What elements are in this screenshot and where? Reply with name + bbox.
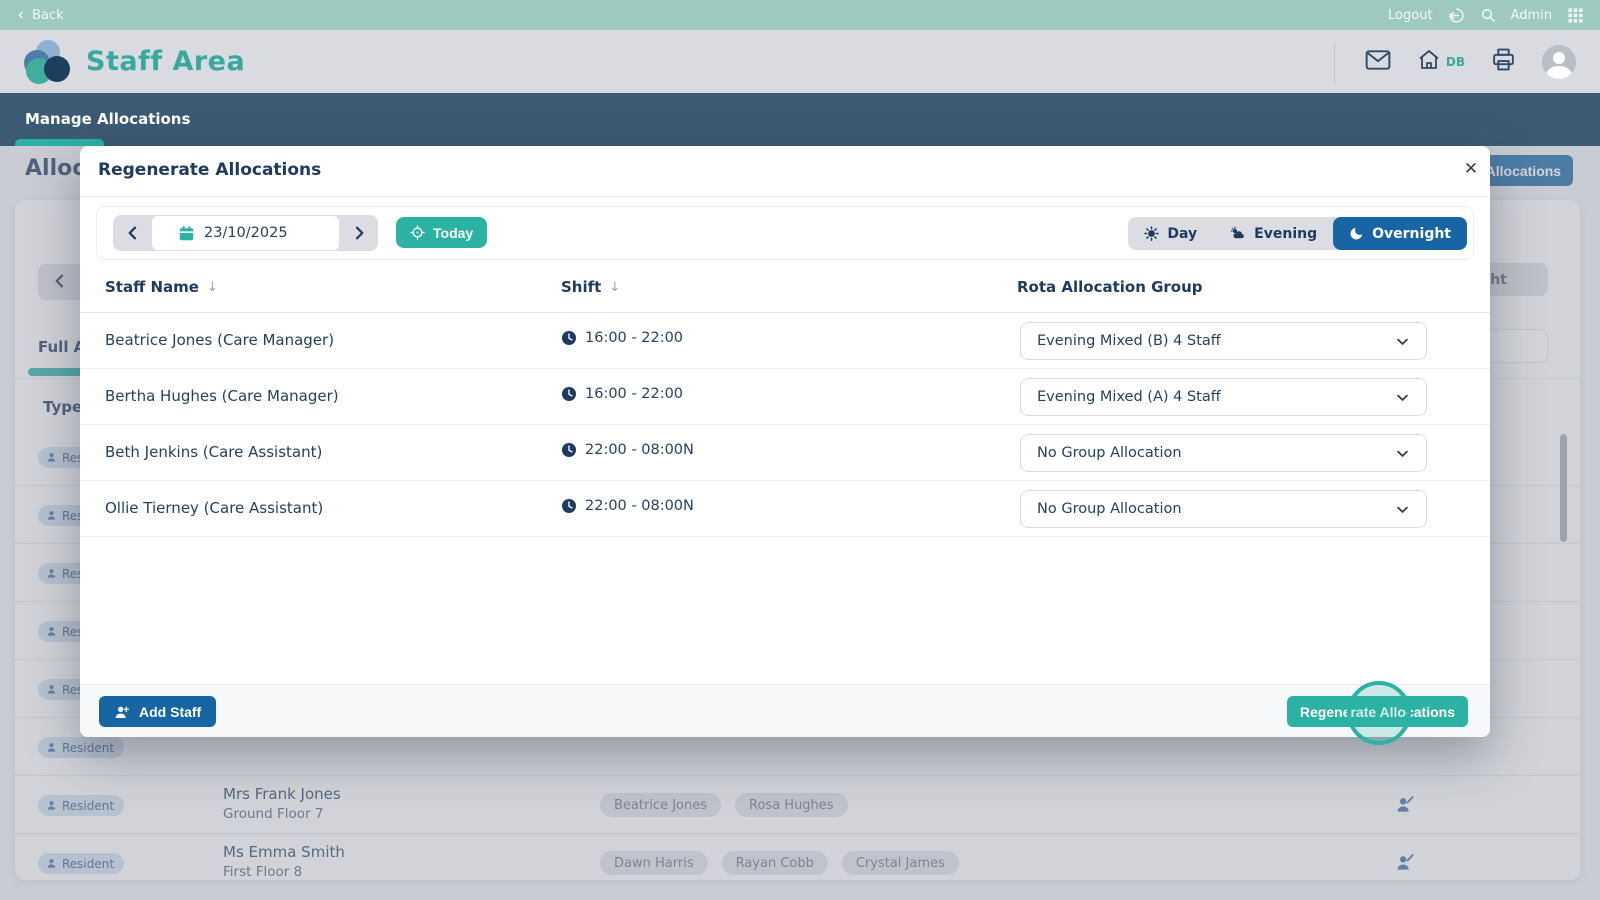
staff-row: Ollie Tierney (Care Assistant) 22:00 - 0… xyxy=(80,481,1490,537)
clock-icon xyxy=(561,442,577,458)
rota-group-select[interactable]: No Group Allocation xyxy=(1020,434,1427,472)
app-title: Staff Area xyxy=(86,46,245,77)
print-icon[interactable] xyxy=(1491,47,1516,76)
close-icon[interactable]: ✕ xyxy=(1458,156,1484,182)
person-plus-icon xyxy=(114,704,130,720)
date-value: 23/10/2025 xyxy=(204,225,288,241)
calendar-icon xyxy=(178,225,195,242)
add-staff-button[interactable]: Add Staff xyxy=(99,696,216,727)
logout-link[interactable]: Logout xyxy=(1388,8,1433,23)
staff-name: Bertha Hughes (Care Manager) xyxy=(105,387,339,405)
staff-row: Beatrice Jones (Care Manager) 16:00 - 22… xyxy=(80,313,1490,369)
main-navbar: Manage Allocations xyxy=(0,93,1600,146)
back-label: Back xyxy=(32,8,64,23)
rota-group-select[interactable]: Evening Mixed (B) 4 Staff xyxy=(1020,322,1427,360)
toggle-evening[interactable]: Evening xyxy=(1213,217,1333,250)
column-staff-name[interactable]: Staff Name↓ xyxy=(105,278,218,296)
db-label: DB xyxy=(1446,55,1465,69)
shift-toggle-group: Day Evening Overnight xyxy=(1128,217,1467,250)
shift-time: 16:00 - 22:00 xyxy=(585,330,683,346)
user-avatar[interactable] xyxy=(1542,45,1576,79)
back-chevron-icon xyxy=(16,10,26,20)
chevron-down-icon xyxy=(1395,446,1410,461)
header-divider xyxy=(1334,42,1335,82)
regenerate-allocations-button[interactable]: Regenerate Allocations xyxy=(1287,696,1468,727)
column-rota-group: Rota Allocation Group xyxy=(1017,278,1203,296)
modal-toolbar: 23/10/2025 Today Day Evening xyxy=(96,206,1474,260)
shift-time: 16:00 - 22:00 xyxy=(585,386,683,402)
next-day-button[interactable] xyxy=(339,215,378,251)
chevron-down-icon xyxy=(1395,334,1410,349)
brand: Staff Area xyxy=(24,40,245,84)
column-shift[interactable]: Shift↓ xyxy=(561,278,620,296)
toggle-day[interactable]: Day xyxy=(1128,217,1213,250)
staff-row: Bertha Hughes (Care Manager) 16:00 - 22:… xyxy=(80,369,1490,425)
top-utility-bar: Back Logout Admin xyxy=(0,0,1600,30)
clock-icon xyxy=(561,330,577,346)
toggle-overnight[interactable]: Overnight xyxy=(1333,217,1467,250)
chevron-right-icon xyxy=(351,224,367,242)
clock-icon xyxy=(561,498,577,514)
sun-cloud-icon xyxy=(1229,226,1246,241)
chevron-down-icon xyxy=(1395,390,1410,405)
staff-table-header: Staff Name↓ Shift↓ Rota Allocation Group xyxy=(80,268,1490,313)
modal-footer: Add Staff Regenerate Allocations xyxy=(80,684,1490,737)
staff-name: Beth Jenkins (Care Assistant) xyxy=(105,443,322,461)
modal-title: Regenerate Allocations xyxy=(98,160,321,180)
moon-icon xyxy=(1349,226,1364,241)
logout-icon[interactable] xyxy=(1448,7,1465,24)
modal-header-separator xyxy=(80,196,1490,197)
staff-name: Ollie Tierney (Care Assistant) xyxy=(105,499,323,517)
app-header: Staff Area DB xyxy=(0,30,1600,93)
chevron-left-icon xyxy=(125,224,141,242)
apps-grid-icon[interactable] xyxy=(1567,7,1584,24)
home-icon[interactable] xyxy=(1417,48,1441,76)
nav-item-manage-allocations[interactable]: Manage Allocations xyxy=(25,110,190,128)
regenerate-label: Regenerate Allocations xyxy=(1300,704,1455,720)
date-field[interactable]: 23/10/2025 xyxy=(152,216,339,250)
toggle-day-label: Day xyxy=(1167,226,1197,242)
staff-name: Beatrice Jones (Care Manager) xyxy=(105,331,334,349)
add-staff-label: Add Staff xyxy=(139,704,201,720)
sort-desc-icon: ↓ xyxy=(207,280,218,295)
app-root: Back Logout Admin Staff Area xyxy=(0,0,1600,900)
clock-icon xyxy=(561,386,577,402)
shift-time: 22:00 - 08:00N xyxy=(585,498,694,514)
today-label: Today xyxy=(433,225,473,241)
regenerate-allocations-modal: Regenerate Allocations ✕ 23/10/2025 Toda… xyxy=(80,146,1490,737)
search-icon[interactable] xyxy=(1480,7,1496,23)
date-navigator: 23/10/2025 xyxy=(113,215,378,251)
staff-table-body: Beatrice Jones (Care Manager) 16:00 - 22… xyxy=(80,313,1490,537)
previous-day-button[interactable] xyxy=(113,215,152,251)
toggle-overnight-label: Overnight xyxy=(1372,226,1451,242)
back-link[interactable]: Back xyxy=(16,8,64,23)
rota-group-select[interactable]: No Group Allocation xyxy=(1020,490,1427,528)
mail-icon[interactable] xyxy=(1365,49,1391,75)
toggle-evening-label: Evening xyxy=(1254,226,1317,242)
today-button[interactable]: Today xyxy=(396,217,487,248)
admin-menu[interactable]: Admin xyxy=(1511,8,1552,23)
app-logo-icon xyxy=(24,40,72,84)
chevron-down-icon xyxy=(1395,502,1410,517)
sort-desc-icon: ↓ xyxy=(609,280,620,295)
shift-time: 22:00 - 08:00N xyxy=(585,442,694,458)
rota-group-select[interactable]: Evening Mixed (A) 4 Staff xyxy=(1020,378,1427,416)
target-icon xyxy=(410,225,425,240)
active-nav-indicator xyxy=(15,139,104,146)
staff-row: Beth Jenkins (Care Assistant) 22:00 - 08… xyxy=(80,425,1490,481)
sun-icon xyxy=(1144,226,1159,241)
